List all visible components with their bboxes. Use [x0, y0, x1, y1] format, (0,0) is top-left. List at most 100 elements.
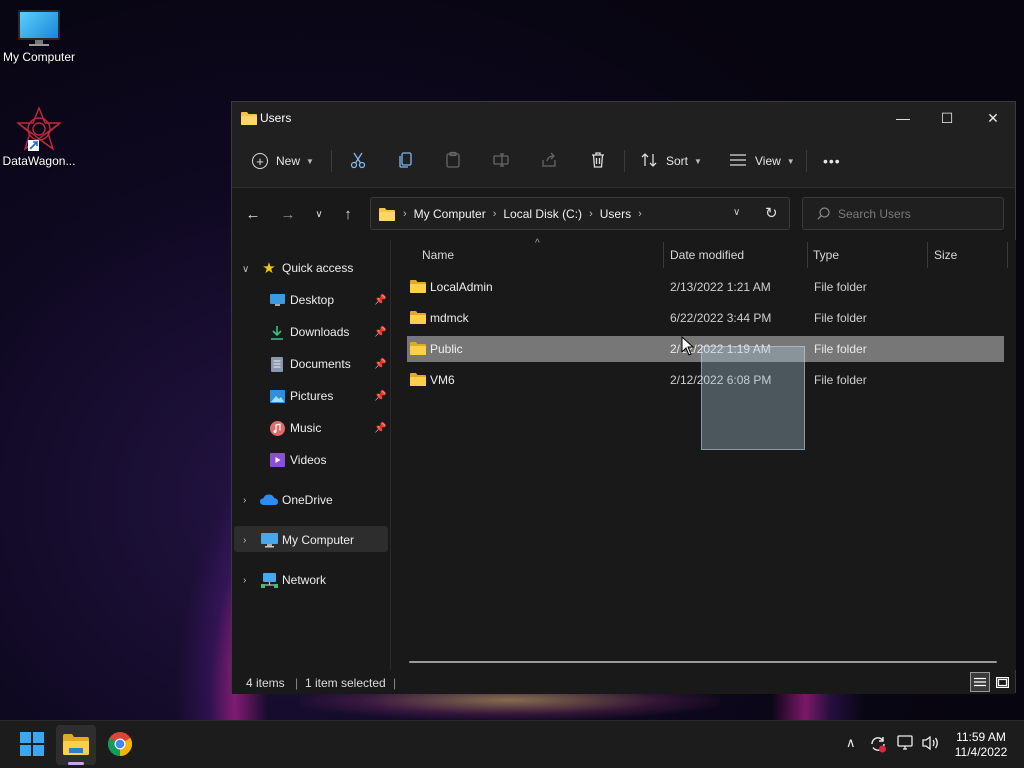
file-explorer-icon	[63, 733, 89, 758]
maximize-button[interactable]: ☐	[924, 102, 970, 134]
pin-icon: 📌	[374, 359, 387, 370]
paste-icon	[444, 151, 462, 172]
desktop-shortcut-label: My Computer	[2, 50, 76, 64]
desktop-shortcut-datawagon[interactable]: DataWagon...	[1, 106, 77, 168]
share-button[interactable]	[540, 146, 558, 176]
breadcrumb-separator: ›	[589, 207, 593, 220]
desktop-shortcut-my-computer[interactable]: My Computer	[1, 10, 77, 64]
table-row[interactable]: LocalAdmin 2/13/2022 1:21 AM File folder	[407, 274, 1004, 300]
search-input[interactable]	[838, 206, 988, 221]
refresh-icon[interactable]: ↻	[765, 204, 778, 222]
taskbar: ∧ 11:59 AM 11/4/2022	[0, 720, 1024, 768]
column-header-name[interactable]: Name	[422, 248, 454, 262]
chevron-right-icon[interactable]: ›	[243, 535, 246, 546]
videos-icon	[268, 451, 286, 469]
item-count: 4 items	[246, 676, 285, 690]
cloud-icon	[260, 491, 278, 509]
folder-icon	[379, 207, 395, 221]
sidebar-item-my-computer[interactable]: My Computer	[260, 527, 354, 553]
column-header-size[interactable]: Size	[934, 248, 957, 262]
sidebar-item-label: Pictures	[290, 389, 334, 403]
breadcrumb-separator: ›	[403, 207, 407, 220]
file-list: ^ Name Date modified Type Size LocalAdmi…	[391, 238, 1016, 670]
delete-button[interactable]	[589, 146, 607, 176]
recent-locations-button[interactable]: ∨	[307, 202, 331, 226]
breadcrumb-users[interactable]: Users	[600, 207, 631, 221]
start-button[interactable]	[12, 725, 52, 765]
sidebar-item-desktop[interactable]: Desktop	[268, 287, 334, 313]
sidebar-item-videos[interactable]: Videos	[268, 447, 326, 473]
desktop-shortcut-label: DataWagon...	[2, 154, 76, 168]
view-label: View	[755, 154, 781, 168]
view-button[interactable]: View ▼	[729, 146, 795, 176]
folder-icon	[410, 341, 426, 358]
show-hidden-icons-button[interactable]: ∧	[846, 735, 856, 751]
maximize-icon: ☐	[940, 109, 954, 126]
sidebar-item-label: Quick access	[282, 261, 354, 275]
more-icon: •••	[823, 153, 841, 169]
view-icon	[729, 153, 747, 170]
status-divider: |	[295, 676, 299, 690]
folder-icon	[241, 111, 257, 128]
column-divider[interactable]	[927, 242, 928, 268]
command-bar: + New ▼ Sort ▼ View ▼ •••	[232, 134, 1015, 188]
column-header-date-modified[interactable]: Date modified	[670, 248, 744, 262]
breadcrumb-my-computer[interactable]: My Computer	[414, 207, 486, 221]
sort-button[interactable]: Sort ▼	[640, 146, 702, 176]
rename-icon	[492, 151, 510, 172]
rename-button[interactable]	[492, 146, 510, 176]
toolbar-divider	[806, 150, 807, 172]
sidebar-item-pictures[interactable]: Pictures	[268, 383, 333, 409]
chrome-icon	[107, 731, 133, 759]
sidebar-item-documents[interactable]: Documents	[268, 351, 351, 377]
sidebar-item-downloads[interactable]: Downloads	[268, 319, 349, 345]
breadcrumb-local-disk[interactable]: Local Disk (C:)	[503, 207, 582, 221]
tiles-view-button[interactable]	[992, 672, 1012, 692]
column-header-type[interactable]: Type	[813, 248, 839, 262]
up-button[interactable]: ↑	[336, 202, 360, 226]
table-row[interactable]: mdmck 6/22/2022 3:44 PM File folder	[407, 305, 1004, 331]
file-type: File folder	[814, 280, 867, 294]
forward-button[interactable]: →	[276, 202, 300, 226]
network-status-icon[interactable]	[897, 735, 915, 754]
search-box[interactable]	[802, 197, 1004, 230]
sidebar-item-network[interactable]: Network	[260, 567, 326, 593]
column-divider[interactable]	[663, 242, 664, 268]
chevron-down-icon[interactable]: ∨	[242, 264, 249, 275]
pin-icon: 📌	[374, 391, 387, 402]
column-divider[interactable]	[807, 242, 808, 268]
taskbar-file-explorer[interactable]	[56, 725, 96, 765]
horizontal-scrollbar[interactable]	[409, 661, 997, 663]
sidebar-item-music[interactable]: Music	[268, 415, 321, 441]
close-button[interactable]: ✕	[970, 102, 1016, 134]
toolbar-divider	[624, 150, 625, 172]
sidebar-item-quick-access[interactable]: ★ Quick access	[260, 255, 353, 281]
monitor-icon	[260, 531, 278, 549]
file-date: 6/22/2022 3:44 PM	[670, 311, 772, 325]
taskbar-chrome[interactable]	[100, 725, 140, 765]
status-bar: 4 items | 1 item selected |	[232, 670, 1015, 694]
arrow-right-icon: →	[280, 205, 296, 223]
address-dropdown-icon[interactable]: ∨	[733, 207, 740, 218]
toolbar-divider	[331, 150, 332, 172]
chevron-right-icon[interactable]: ›	[243, 495, 246, 506]
copy-button[interactable]	[397, 146, 415, 176]
volume-icon[interactable]	[921, 735, 939, 754]
cut-button[interactable]	[349, 146, 367, 176]
file-name: mdmck	[430, 311, 469, 325]
sidebar-item-onedrive[interactable]: OneDrive	[260, 487, 333, 513]
search-icon	[817, 207, 830, 220]
details-view-button[interactable]	[970, 672, 990, 692]
minimize-button[interactable]: —	[880, 102, 926, 134]
back-button[interactable]: ←	[241, 202, 265, 226]
new-button[interactable]: + New ▼	[252, 146, 314, 176]
folder-icon	[410, 279, 426, 296]
column-divider[interactable]	[1007, 242, 1008, 268]
chevron-right-icon[interactable]: ›	[243, 575, 246, 586]
paste-button[interactable]	[444, 146, 462, 176]
navigation-pane: ∨ ★ Quick access Desktop 📌 Downloads 📌 D…	[232, 240, 390, 670]
system-clock[interactable]: 11:59 AM 11/4/2022	[950, 730, 1012, 760]
more-options-button[interactable]: •••	[823, 146, 841, 176]
sync-icon[interactable]	[869, 735, 887, 756]
address-bar[interactable]: › My Computer › Local Disk (C:) › Users …	[370, 197, 790, 230]
